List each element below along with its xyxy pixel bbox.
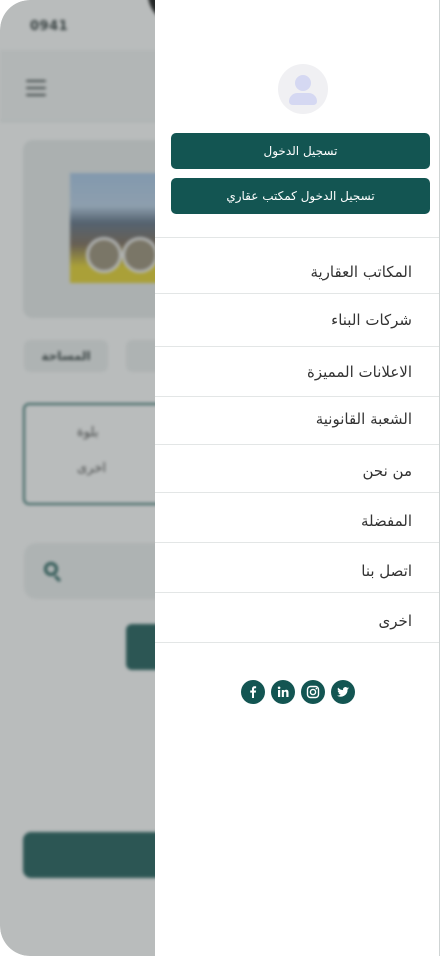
menu-item-featured-ads[interactable]: الاعلانات المميزة xyxy=(155,362,439,382)
login-button[interactable]: تسجيل الدخول xyxy=(171,133,430,169)
menu-divider xyxy=(155,237,439,238)
menu-item-other[interactable]: اخرى xyxy=(155,611,439,631)
menu-item-about-us[interactable]: من نحن xyxy=(155,461,439,481)
linkedin-icon[interactable] xyxy=(271,680,295,704)
instagram-icon[interactable] xyxy=(301,680,325,704)
menu-divider xyxy=(155,346,439,347)
menu-item-legal-division[interactable]: الشعبة القانونية xyxy=(155,409,439,429)
menu-divider xyxy=(155,444,439,445)
menu-divider xyxy=(155,293,439,294)
menu-divider xyxy=(155,396,439,397)
menu-item-favorites[interactable]: المفضلة xyxy=(155,511,439,531)
menu-divider xyxy=(155,542,439,543)
menu-divider xyxy=(155,592,439,593)
menu-item-construction-companies[interactable]: شركات البناء xyxy=(155,310,439,330)
twitter-icon[interactable] xyxy=(331,680,355,704)
user-avatar-icon[interactable] xyxy=(278,64,328,114)
menu-item-real-estate-offices[interactable]: المكاتب العقارية xyxy=(155,262,439,282)
login-as-office-button[interactable]: تسجيل الدخول كمكتب عقاري xyxy=(171,178,430,214)
menu-divider xyxy=(155,492,439,493)
menu-divider xyxy=(155,642,439,643)
navigation-drawer: تسجيل الدخول تسجيل الدخول كمكتب عقاري ال… xyxy=(155,0,440,956)
facebook-icon[interactable] xyxy=(241,680,265,704)
menu-item-contact-us[interactable]: اتصل بنا xyxy=(155,561,439,581)
